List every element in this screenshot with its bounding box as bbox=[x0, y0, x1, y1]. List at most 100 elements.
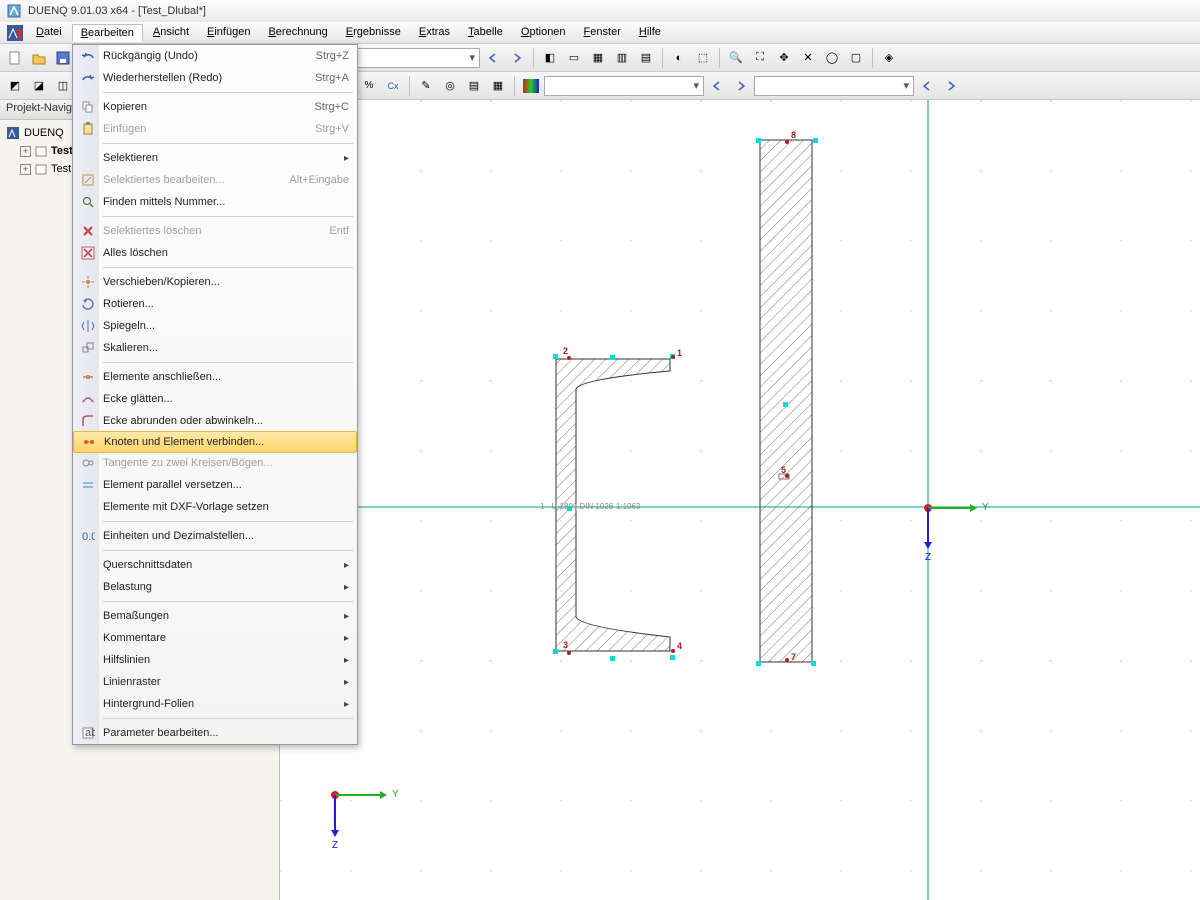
copy-icon bbox=[77, 98, 99, 116]
combo-selector-3[interactable] bbox=[754, 76, 914, 96]
tool-view-4-icon[interactable]: ▥ bbox=[611, 47, 633, 69]
rotate-icon bbox=[77, 295, 99, 313]
menu-item-label: Spiegeln... bbox=[103, 320, 349, 332]
tool-render-2-icon[interactable]: ⬚ bbox=[692, 47, 714, 69]
menu-item-spiegeln[interactable]: Spiegeln... bbox=[73, 315, 357, 337]
tool-zoom-icon[interactable]: 🔍 bbox=[725, 47, 747, 69]
node-label: 1 bbox=[677, 348, 682, 358]
view-side-icon[interactable]: ◫ bbox=[52, 75, 74, 97]
nav-prev-2-icon[interactable] bbox=[706, 75, 728, 97]
menu-bearbeiten[interactable]: Bearbeiten bbox=[72, 24, 143, 42]
menu-item-finden-mittels-nummer[interactable]: Finden mittels Nummer... bbox=[73, 191, 357, 213]
combo-selector-2[interactable] bbox=[544, 76, 704, 96]
tool-rect-icon[interactable]: ▢ bbox=[845, 47, 867, 69]
blank-icon bbox=[77, 695, 99, 713]
redo-icon bbox=[77, 69, 99, 87]
nav-next-icon[interactable] bbox=[506, 47, 528, 69]
menu-item-querschnittsdaten[interactable]: Querschnittsdaten bbox=[73, 554, 357, 576]
menu-item-wiederherstellen-redo[interactable]: Wiederherstellen (Redo)Strg+A bbox=[73, 67, 357, 89]
menu-tabelle[interactable]: Tabelle bbox=[460, 24, 511, 42]
menu-hilfe[interactable]: Hilfe bbox=[631, 24, 669, 42]
menu-ergebnisse[interactable]: Ergebnisse bbox=[338, 24, 409, 42]
menu-item-r-ckg-ngig-undo[interactable]: Rückgängig (Undo)Strg+Z bbox=[73, 45, 357, 67]
expand-icon[interactable]: + bbox=[20, 146, 31, 157]
menu-item-elemente-anschlie-en[interactable]: Elemente anschließen... bbox=[73, 366, 357, 388]
window-title: DUENQ 9.01.03 x64 - [Test_Dlubal*] bbox=[28, 5, 206, 17]
menu-item-tangente-zu-zwei-kreisen-b-gen: Tangente zu zwei Kreisen/Bögen... bbox=[73, 452, 357, 474]
menu-item-alles-l-schen[interactable]: Alles löschen bbox=[73, 242, 357, 264]
menu-item-label: Einfügen bbox=[103, 123, 315, 135]
menu-item-selektieren[interactable]: Selektieren bbox=[73, 147, 357, 169]
menu-item-parameter-bearbeiten[interactable]: abParameter bearbeiten... bbox=[73, 722, 357, 744]
shape-rect-bar[interactable] bbox=[759, 139, 819, 665]
result-cx-icon[interactable]: Cx bbox=[382, 75, 404, 97]
menu-item-rotieren[interactable]: Rotieren... bbox=[73, 293, 357, 315]
menu-item-verschieben-kopieren[interactable]: Verschieben/Kopieren... bbox=[73, 271, 357, 293]
tool-grid-icon[interactable]: ▦ bbox=[487, 75, 509, 97]
menu-item-skalieren[interactable]: Skalieren... bbox=[73, 337, 357, 359]
menu-item-ecke-abrunden-oder-abwinkeln[interactable]: Ecke abrunden oder abwinkeln... bbox=[73, 410, 357, 432]
tool-view-5-icon[interactable]: ▤ bbox=[635, 47, 657, 69]
menu-item-kommentare[interactable]: Kommentare bbox=[73, 627, 357, 649]
view-front-icon[interactable]: ◪ bbox=[28, 75, 50, 97]
blank-icon bbox=[77, 629, 99, 647]
menu-item-einheiten-und-dezimalstellen[interactable]: 0.00Einheiten und Dezimalstellen... bbox=[73, 525, 357, 547]
gradient-icon[interactable] bbox=[520, 75, 542, 97]
menu-item-element-parallel-versetzen[interactable]: Element parallel versetzen... bbox=[73, 474, 357, 496]
tool-target-icon[interactable]: ◎ bbox=[439, 75, 461, 97]
paste-icon bbox=[77, 120, 99, 138]
tool-pan-icon[interactable]: ✥ bbox=[773, 47, 795, 69]
tool-view-3-icon[interactable]: ▦ bbox=[587, 47, 609, 69]
menu-optionen[interactable]: Optionen bbox=[513, 24, 574, 42]
menu-item-linienraster[interactable]: Linienraster bbox=[73, 671, 357, 693]
drawing-canvas[interactable]: 1 2 3 4 5 7 8 1 - U 180 | DIN 1026-1:196… bbox=[280, 100, 1200, 900]
menu-berechnung[interactable]: Berechnung bbox=[260, 24, 335, 42]
tool-circle-icon[interactable]: ◯ bbox=[821, 47, 843, 69]
tool-zoom-fit-icon[interactable]: ⛶ bbox=[749, 47, 771, 69]
menu-item-label: Kopieren bbox=[103, 101, 314, 113]
menu-item-kopieren[interactable]: KopierenStrg+C bbox=[73, 96, 357, 118]
menu-item-ecke-gl-tten[interactable]: Ecke glätten... bbox=[73, 388, 357, 410]
tangent-icon bbox=[77, 454, 99, 472]
menu-ansicht[interactable]: Ansicht bbox=[145, 24, 197, 42]
blank-icon bbox=[77, 556, 99, 574]
menu-extras[interactable]: Extras bbox=[411, 24, 458, 42]
connect-icon bbox=[77, 368, 99, 386]
tool-misc-icon[interactable]: ◈ bbox=[878, 47, 900, 69]
nav-next-2-icon[interactable] bbox=[730, 75, 752, 97]
menu-item-belastung[interactable]: Belastung bbox=[73, 576, 357, 598]
nav-next-3-icon[interactable] bbox=[940, 75, 962, 97]
axis-triad-main-icon bbox=[920, 500, 990, 560]
title-bar: DUENQ 9.01.03 x64 - [Test_Dlubal*] bbox=[0, 0, 1200, 22]
menu-item-shortcut: Entf bbox=[329, 225, 349, 237]
result-percent-icon[interactable]: % bbox=[358, 75, 380, 97]
open-file-icon[interactable] bbox=[28, 47, 50, 69]
menu-item-label: Tangente zu zwei Kreisen/Bögen... bbox=[103, 457, 349, 469]
nav-prev-3-icon[interactable] bbox=[916, 75, 938, 97]
menu-item-knoten-und-element-verbinden[interactable]: Knoten und Element verbinden... bbox=[73, 431, 357, 453]
menu-item-bema-ungen[interactable]: Bemaßungen bbox=[73, 605, 357, 627]
tool-render-1-icon[interactable]: ◐ bbox=[668, 47, 690, 69]
tool-view-2-icon[interactable]: ▭ bbox=[563, 47, 585, 69]
param-icon: ab bbox=[77, 724, 99, 742]
menu-item-selektiertes-l-schen: Selektiertes löschenEntf bbox=[73, 220, 357, 242]
menu-item-hintergrund-folien[interactable]: Hintergrund-Folien bbox=[73, 693, 357, 715]
expand-icon[interactable]: + bbox=[20, 164, 31, 175]
scale-icon bbox=[77, 339, 99, 357]
save-icon[interactable] bbox=[52, 47, 74, 69]
nav-prev-icon[interactable] bbox=[482, 47, 504, 69]
node-label: 2 bbox=[563, 346, 568, 356]
menu-item-selektiertes-bearbeiten: Selektiertes bearbeiten...Alt+Eingabe bbox=[73, 169, 357, 191]
menu-fenster[interactable]: Fenster bbox=[576, 24, 629, 42]
menu-einfügen[interactable]: Einfügen bbox=[199, 24, 258, 42]
tool-view-1-icon[interactable]: ◧ bbox=[539, 47, 561, 69]
menu-datei[interactable]: Datei bbox=[28, 24, 70, 42]
tool-layers-icon[interactable]: ▤ bbox=[463, 75, 485, 97]
menu-item-label: Rückgängig (Undo) bbox=[103, 50, 316, 62]
new-file-icon[interactable] bbox=[4, 47, 26, 69]
view-iso-icon[interactable]: ◩ bbox=[4, 75, 26, 97]
tool-cross-icon[interactable]: ✕ bbox=[797, 47, 819, 69]
tool-measure-icon[interactable]: ✎ bbox=[415, 75, 437, 97]
menu-item-hilfslinien[interactable]: Hilfslinien bbox=[73, 649, 357, 671]
menu-item-elemente-mit-dxf-vorlage-setzen[interactable]: Elemente mit DXF-Vorlage setzen bbox=[73, 496, 357, 518]
